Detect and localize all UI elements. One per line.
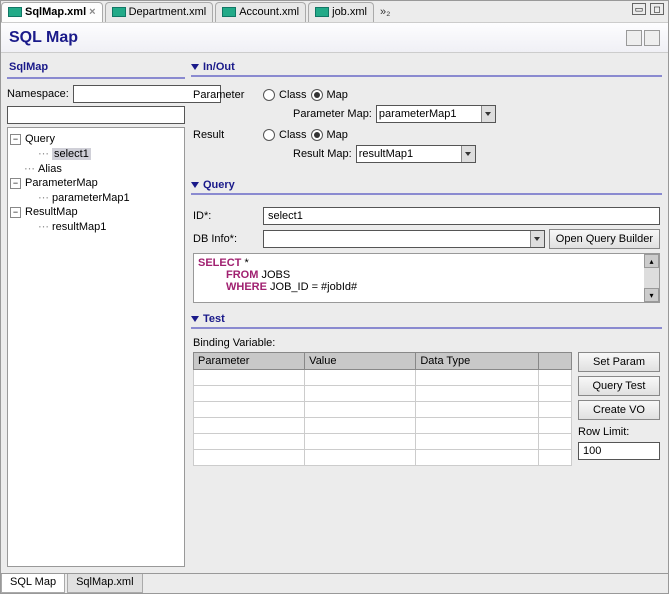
result-map-label: Result Map: bbox=[293, 148, 352, 160]
tab-label: job.xml bbox=[332, 6, 367, 18]
chevron-down-icon bbox=[191, 316, 199, 322]
result-map-radio[interactable] bbox=[311, 129, 323, 141]
inout-section: Parameter Class Map Parameter Map: param… bbox=[191, 81, 662, 173]
tree-branch-icon: ⋯ bbox=[38, 147, 49, 160]
sqlmap-panel: SqlMap Namespace: −Query ⋯select1 ⋯Alias… bbox=[7, 59, 185, 567]
inout-header[interactable]: In/Out bbox=[191, 59, 662, 77]
table-row[interactable] bbox=[194, 402, 572, 418]
dbinfo-select[interactable] bbox=[263, 230, 545, 248]
chevron-down-icon bbox=[191, 64, 199, 70]
maximize-icon[interactable]: ◻ bbox=[650, 3, 664, 15]
tree-branch-icon: ⋯ bbox=[38, 220, 49, 233]
table-row[interactable] bbox=[194, 370, 572, 386]
query-section: ID*: DB Info*: Open Query Builder SELECT… bbox=[191, 199, 662, 307]
col-blank bbox=[538, 353, 571, 370]
tree-parametermap[interactable]: ParameterMap bbox=[25, 177, 98, 189]
binding-variable-label: Binding Variable: bbox=[193, 337, 660, 349]
tab-job[interactable]: job.xml bbox=[308, 2, 374, 22]
panel-header: SqlMap bbox=[7, 59, 185, 79]
tab-department[interactable]: Department.xml bbox=[105, 2, 214, 22]
collapse-icon[interactable]: − bbox=[10, 178, 21, 189]
result-label: Result bbox=[193, 129, 263, 141]
param-map-select[interactable]: parameterMap1 bbox=[376, 105, 496, 123]
dbinfo-label: DB Info*: bbox=[193, 233, 263, 245]
scrollbar[interactable]: ▴▾ bbox=[644, 254, 659, 302]
tab-account[interactable]: Account.xml bbox=[215, 2, 306, 22]
table-row[interactable] bbox=[194, 386, 572, 402]
table-row[interactable] bbox=[194, 434, 572, 450]
set-param-button[interactable]: Set Param bbox=[578, 352, 660, 372]
result-class-radio[interactable] bbox=[263, 129, 275, 141]
create-vo-button[interactable]: Create VO bbox=[578, 400, 660, 420]
layout-horizontal-icon[interactable] bbox=[626, 30, 642, 46]
test-header[interactable]: Test bbox=[191, 311, 662, 329]
chevron-down-icon bbox=[481, 106, 495, 122]
tree-resultmap1[interactable]: resultMap1 bbox=[52, 221, 106, 233]
tree-branch-icon: ⋯ bbox=[38, 191, 49, 204]
file-icon bbox=[8, 7, 22, 17]
open-query-builder-button[interactable]: Open Query Builder bbox=[549, 229, 660, 249]
tab-overflow-icon[interactable]: »₂ bbox=[380, 6, 390, 18]
collapse-icon[interactable]: − bbox=[10, 207, 21, 218]
id-input[interactable] bbox=[263, 207, 660, 225]
title-bar: SQL Map bbox=[1, 23, 668, 53]
editor-tabbar: SqlMap.xml × Department.xml Account.xml … bbox=[1, 1, 668, 23]
tree-select1[interactable]: select1 bbox=[52, 148, 91, 160]
test-section: Binding Variable: Parameter Value Data T… bbox=[191, 333, 662, 470]
file-icon bbox=[112, 7, 126, 17]
row-limit-input[interactable] bbox=[578, 442, 660, 460]
scroll-up-icon[interactable]: ▴ bbox=[644, 254, 659, 268]
tree-parametermap1[interactable]: parameterMap1 bbox=[52, 192, 130, 204]
col-parameter[interactable]: Parameter bbox=[194, 353, 305, 370]
filter-input[interactable] bbox=[7, 106, 185, 124]
chevron-down-icon bbox=[461, 146, 475, 162]
scroll-down-icon[interactable]: ▾ bbox=[644, 288, 659, 302]
namespace-label: Namespace: bbox=[7, 88, 69, 100]
query-header[interactable]: Query bbox=[191, 177, 662, 195]
tree-query[interactable]: Query bbox=[25, 133, 55, 145]
tree[interactable]: −Query ⋯select1 ⋯Alias −ParameterMap ⋯pa… bbox=[7, 127, 185, 567]
right-panel: In/Out Parameter Class Map Parameter Map… bbox=[191, 59, 662, 567]
query-test-button[interactable]: Query Test bbox=[578, 376, 660, 396]
tab-label: Department.xml bbox=[129, 6, 207, 18]
table-row[interactable] bbox=[194, 418, 572, 434]
bottom-tab-source[interactable]: SqlMap.xml bbox=[67, 574, 142, 593]
file-icon bbox=[315, 7, 329, 17]
parameter-label: Parameter bbox=[193, 89, 263, 101]
bottom-tabbar: SQL Map SqlMap.xml bbox=[1, 573, 668, 593]
chevron-down-icon bbox=[530, 231, 544, 247]
collapse-icon[interactable]: − bbox=[10, 134, 21, 145]
parameter-map-radio[interactable] bbox=[311, 89, 323, 101]
main-area: SqlMap Namespace: −Query ⋯select1 ⋯Alias… bbox=[1, 53, 668, 573]
tab-label: Account.xml bbox=[239, 6, 299, 18]
col-value[interactable]: Value bbox=[305, 353, 416, 370]
id-label: ID*: bbox=[193, 210, 263, 222]
tree-branch-icon: ⋯ bbox=[24, 162, 35, 175]
tab-label: SqlMap.xml bbox=[25, 6, 86, 18]
parameter-class-radio[interactable] bbox=[263, 89, 275, 101]
chevron-down-icon bbox=[191, 182, 199, 188]
minimize-icon[interactable]: ▭ bbox=[632, 3, 646, 15]
row-limit-label: Row Limit: bbox=[578, 426, 660, 438]
bottom-tab-sqlmap[interactable]: SQL Map bbox=[1, 574, 65, 593]
table-row[interactable] bbox=[194, 450, 572, 466]
result-map-select[interactable]: resultMap1 bbox=[356, 145, 476, 163]
sql-textarea[interactable]: SELECT * FROM JOBS WHERE JOB_ID = #jobId… bbox=[193, 253, 660, 303]
tree-alias[interactable]: Alias bbox=[38, 163, 62, 175]
tab-sqlmap[interactable]: SqlMap.xml × bbox=[1, 2, 103, 22]
col-data-type[interactable]: Data Type bbox=[416, 353, 538, 370]
file-icon bbox=[222, 7, 236, 17]
tree-resultmap[interactable]: ResultMap bbox=[25, 206, 78, 218]
page-title: SQL Map bbox=[9, 29, 78, 47]
layout-vertical-icon[interactable] bbox=[644, 30, 660, 46]
binding-table[interactable]: Parameter Value Data Type bbox=[193, 352, 572, 466]
close-icon[interactable]: × bbox=[89, 6, 95, 18]
param-map-label: Parameter Map: bbox=[293, 108, 372, 120]
